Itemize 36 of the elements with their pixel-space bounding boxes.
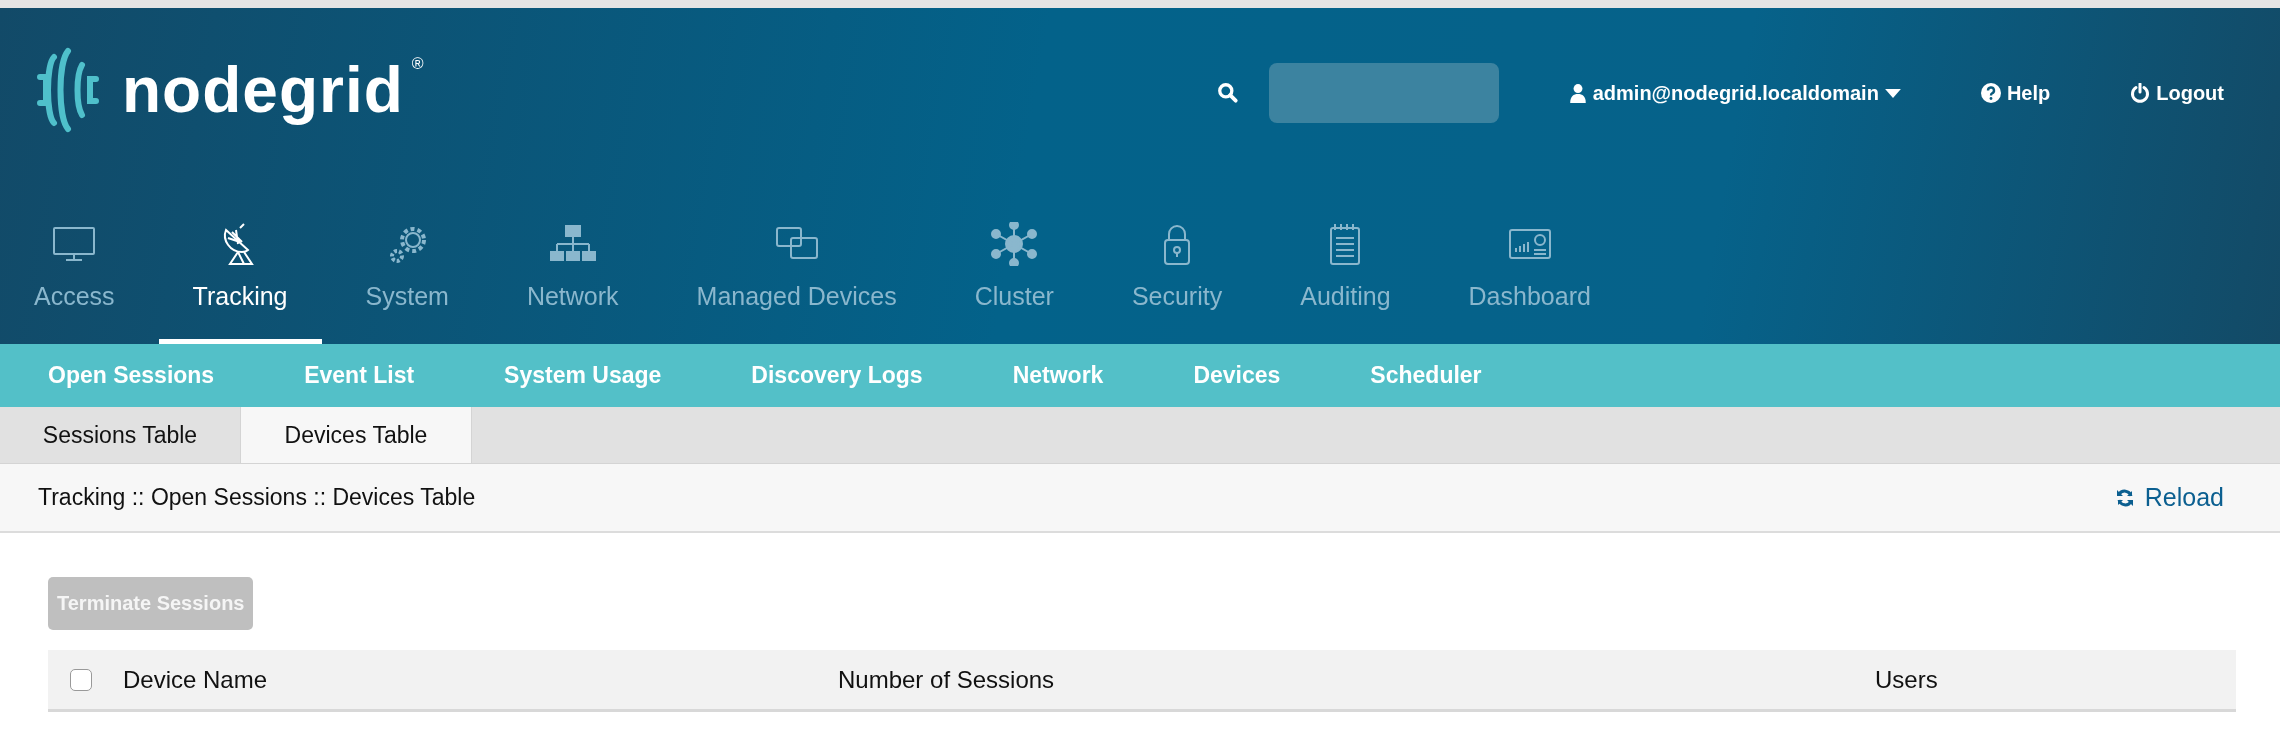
search-field[interactable]: [1268, 63, 1499, 123]
column-header[interactable]: Users: [1875, 665, 1938, 694]
nav-tab[interactable]: Dashboard: [1434, 222, 1625, 344]
nav-tab[interactable]: Access: [0, 222, 149, 344]
column-header[interactable]: Number of Sessions: [838, 665, 1875, 694]
column-header[interactable]: Device Name: [123, 665, 838, 694]
nav-tab[interactable]: Security: [1097, 222, 1257, 344]
help-link[interactable]: Help: [1980, 81, 2051, 105]
subnav-tab[interactable]: Discovery Logs: [751, 362, 923, 389]
question-icon: [1980, 83, 2001, 103]
caret-icon: [1884, 88, 1901, 98]
power-icon: [2130, 83, 2151, 103]
refresh-icon: [2114, 487, 2135, 508]
subnav-tab[interactable]: Open Sessions: [48, 362, 215, 389]
table-tab[interactable]: Devices Table: [240, 407, 472, 463]
logout-link[interactable]: Logout: [2130, 81, 2224, 105]
nav-tab[interactable]: Managed Devices: [662, 222, 931, 344]
logo-text: nodegrid: [122, 53, 404, 127]
reload-link[interactable]: Reload: [2114, 483, 2224, 512]
subnav-tab[interactable]: System Usage: [504, 362, 662, 389]
nav-tab[interactable]: System: [331, 222, 483, 344]
network-nodes-icon: [990, 222, 1039, 266]
user-icon: [1568, 83, 1587, 103]
subnav-tab[interactable]: Devices: [1193, 362, 1281, 389]
nav-tab[interactable]: Auditing: [1266, 222, 1425, 344]
breadcrumb: Tracking :: Open Sessions :: Devices Table: [38, 484, 476, 511]
registered-mark: ®: [411, 55, 424, 73]
select-all-checkbox[interactable]: [70, 668, 92, 691]
subnav-tab[interactable]: Network: [1012, 362, 1104, 389]
subnav-tab[interactable]: Event List: [304, 362, 415, 389]
nav-tab[interactable]: Cluster: [940, 222, 1088, 344]
nav-tab[interactable]: Network: [492, 222, 653, 344]
search-icon: [1216, 82, 1239, 104]
subnav-tab[interactable]: Scheduler: [1370, 362, 1482, 389]
table-tab[interactable]: Sessions Table: [0, 407, 240, 463]
user-menu[interactable]: admin@nodegrid.localdomain: [1568, 81, 1901, 105]
